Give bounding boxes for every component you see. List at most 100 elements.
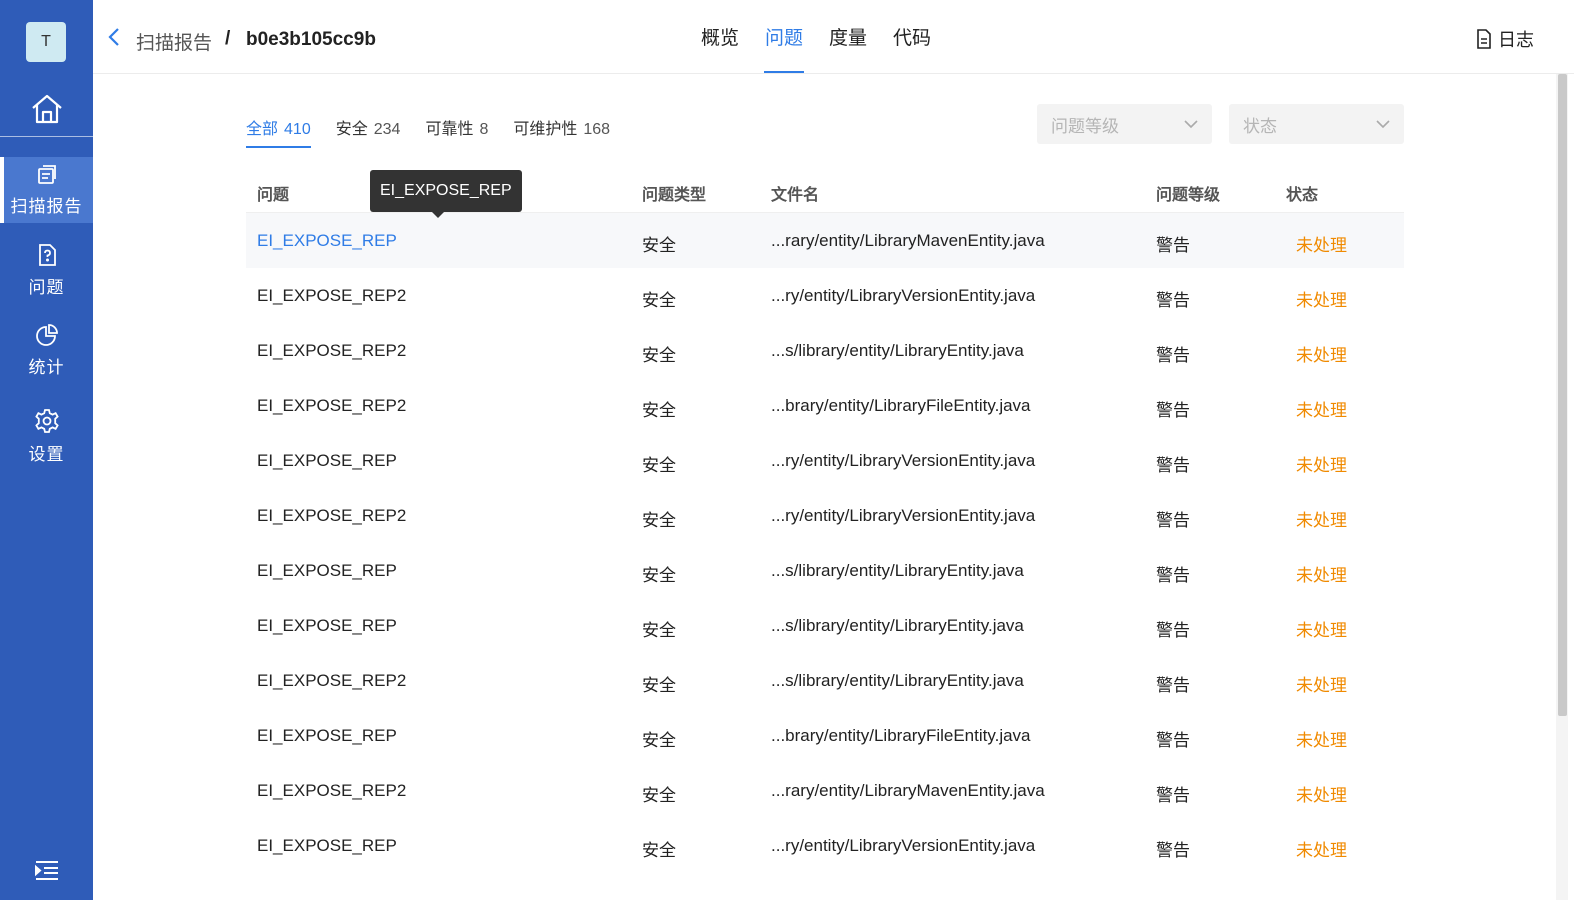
home-button[interactable] [0,84,93,134]
issue-type: 安全 [642,346,676,365]
top-header: 扫描报告 / b0e3b105cc9b 概览 问题 度量 代码 日志 [93,0,1574,74]
column-header-type: 问题类型 [642,187,707,204]
table-row[interactable]: EI_EXPOSE_REP2 安全 ...s/library/entity/Libr… [246,323,1404,378]
issue-status: 未处理 [1296,401,1347,420]
issue-status: 未处理 [1296,621,1347,640]
issue-level: 警告 [1156,401,1190,420]
issue-link[interactable]: EI_EXPOSE_REP [257,726,397,746]
issue-level: 警告 [1156,786,1190,805]
issue-type: 安全 [642,566,676,585]
table-row[interactable]: EI_EXPOSE_REP 安全 ...s/library/entity/Libra… [246,543,1404,598]
log-button[interactable]: 日志 [1476,26,1534,52]
filter-tab-security[interactable]: 安全 234 [336,104,401,148]
filter-tab-all[interactable]: 全部 410 [246,104,311,148]
table-row[interactable]: EI_EXPOSE_REP 安全 ...ry/entity/LibraryVersi… [246,433,1404,488]
issues-table: 问题 问题类型 文件名 问题等级 状态 EI_EXPOSE_REP 安全 ...ra… [246,168,1404,873]
chevron-left-icon [108,28,119,46]
table-row[interactable]: EI_EXPOSE_REP2 安全 ...s/library/entity/Libr… [246,653,1404,708]
issue-link[interactable]: EI_EXPOSE_REP [257,561,397,581]
sidebar-item-statistics[interactable]: 统计 [0,317,93,383]
scrollbar-thumb[interactable] [1558,74,1567,716]
log-label: 日志 [1498,30,1534,50]
table-row[interactable]: EI_EXPOSE_REP 安全 ...ry/entity/LibraryVersi… [246,818,1404,873]
file-name: ...s/library/entity/LibraryEntity.java [771,341,1024,360]
file-name: ...s/library/entity/LibraryEntity.java [771,561,1024,580]
category-filter-tabs: 全部 410 安全 234 可靠性 8 可维护性 168 [246,104,635,148]
issue-status: 未处理 [1296,346,1347,365]
table-row[interactable]: EI_EXPOSE_REP2 安全 ...ry/entity/LibraryVers… [246,488,1404,543]
tab-code[interactable]: 代码 [893,0,931,74]
status-placeholder: 状态 [1243,116,1277,136]
breadcrumb-scan-report[interactable]: 扫描报告 [136,28,212,55]
table-row[interactable]: EI_EXPOSE_REP 安全 ...s/library/entity/Libra… [246,598,1404,653]
file-name: ...ry/entity/LibraryVersionEntity.java [771,506,1036,525]
file-name: ...s/library/entity/LibraryEntity.java [771,616,1024,635]
issue-type: 安全 [642,401,676,420]
issue-level: 警告 [1156,456,1190,475]
issue-link[interactable]: EI_EXPOSE_REP [257,616,397,636]
issue-status: 未处理 [1296,566,1347,585]
table-row[interactable]: EI_EXPOSE_REP2 安全 ...rary/entity/LibraryMa… [246,763,1404,818]
file-name: ...brary/entity/LibraryFileEntity.java [771,726,1031,745]
sidebar-divider [0,136,93,137]
issue-file-icon [38,243,56,266]
column-header-status: 状态 [1286,187,1319,204]
issue-type: 安全 [642,291,676,310]
issue-type: 安全 [642,621,676,640]
avatar[interactable]: T [26,22,66,62]
issue-type: 安全 [642,676,676,695]
issue-status: 未处理 [1296,731,1347,750]
sidebar-item-label: 设置 [28,444,65,464]
issue-link[interactable]: EI_EXPOSE_REP2 [257,671,406,691]
sidebar-item-label: 统计 [28,357,65,377]
issue-level: 警告 [1156,676,1190,695]
sidebar-item-settings[interactable]: 设置 [0,403,93,469]
issue-type: 安全 [642,456,676,475]
table-row[interactable]: EI_EXPOSE_REP2 安全 ...ry/entity/LibraryVers… [246,268,1404,323]
main-tabs: 概览 问题 度量 代码 [701,0,957,74]
issue-link[interactable]: EI_EXPOSE_REP [257,451,397,471]
filter-tab-maintainability[interactable]: 可维护性 168 [513,104,610,148]
tab-overview[interactable]: 概览 [701,0,739,74]
file-name: ...ry/entity/LibraryVersionEntity.java [771,286,1036,305]
filter-tab-count: 410 [284,121,311,138]
file-name: ...rary/entity/LibraryMavenEntity.java [771,781,1045,800]
issue-status: 未处理 [1296,786,1347,805]
tab-issues[interactable]: 问题 [764,0,805,74]
column-header-file: 文件名 [771,187,820,204]
report-icon [37,164,56,184]
file-name: ...ry/entity/LibraryVersionEntity.java [771,451,1036,470]
sidebar-item-scan-report[interactable]: 扫描报告 [0,157,93,223]
tab-metrics[interactable]: 度量 [829,0,867,74]
back-button[interactable] [107,26,127,52]
filter-tab-reliability[interactable]: 可靠性 8 [425,104,488,148]
issue-level: 警告 [1156,621,1190,640]
issue-level: 警告 [1156,566,1190,585]
table-row[interactable]: EI_EXPOSE_REP 安全 ...brary/entity/LibraryFi… [246,708,1404,763]
issue-level: 警告 [1156,236,1190,255]
issue-link[interactable]: EI_EXPOSE_REP2 [257,286,406,306]
gear-icon [34,408,59,433]
sidebar: T 扫描报告 问题 统计 设置 [0,0,93,900]
issue-level: 警告 [1156,346,1190,365]
issue-type: 安全 [642,786,676,805]
issue-level: 警告 [1156,291,1190,310]
collapse-sidebar-button[interactable] [0,850,93,890]
breadcrumb-separator: / [225,28,231,49]
status-select[interactable]: 状态 [1229,104,1404,144]
issue-link[interactable]: EI_EXPOSE_REP [257,836,397,856]
issue-level-select[interactable]: 问题等级 [1037,104,1212,144]
issue-link[interactable]: EI_EXPOSE_REP2 [257,396,406,416]
table-row[interactable]: EI_EXPOSE_REP 安全 ...rary/entity/LibraryMav… [246,213,1404,268]
issue-link[interactable]: EI_EXPOSE_REP [257,231,397,251]
issue-level: 警告 [1156,731,1190,750]
issue-type: 安全 [642,841,676,860]
filter-tab-count: 8 [479,121,489,138]
issue-link[interactable]: EI_EXPOSE_REP2 [257,506,406,526]
sidebar-item-issues[interactable]: 问题 [0,237,93,303]
issue-link[interactable]: EI_EXPOSE_REP2 [257,341,406,361]
table-row[interactable]: EI_EXPOSE_REP2 安全 ...brary/entity/LibraryF… [246,378,1404,433]
issue-link[interactable]: EI_EXPOSE_REP2 [257,781,406,801]
filter-tab-label: 可维护性 [513,121,578,138]
issue-type: 安全 [642,731,676,750]
